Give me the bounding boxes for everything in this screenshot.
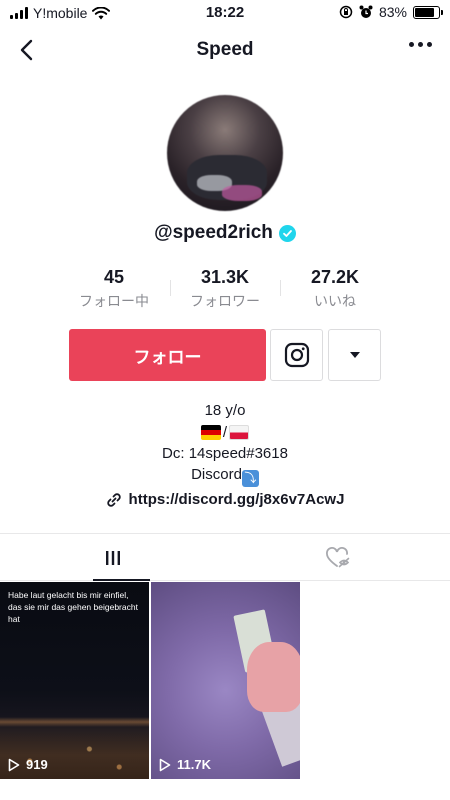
stat-value: 27.2K bbox=[310, 267, 360, 287]
tab-liked[interactable] bbox=[225, 534, 450, 581]
caret-down-icon bbox=[349, 352, 360, 358]
play-count-value: 919 bbox=[26, 757, 48, 772]
ellipsis-icon bbox=[409, 42, 414, 47]
poland-flag-icon bbox=[229, 424, 250, 440]
play-icon bbox=[8, 758, 20, 771]
stat-label: フォロワー bbox=[190, 293, 260, 309]
link-icon bbox=[106, 492, 121, 507]
bio-text: Discord bbox=[191, 465, 242, 483]
stat-following[interactable]: 45 フォロー中 bbox=[59, 266, 169, 311]
stat-value: 31.3K bbox=[200, 267, 250, 287]
instagram-icon bbox=[284, 342, 309, 368]
video-thumbnail[interactable]: 11.7K bbox=[151, 582, 300, 779]
stat-label: いいね bbox=[314, 293, 356, 309]
grid-icon bbox=[105, 550, 120, 565]
battery-icon bbox=[413, 5, 443, 19]
verified-badge-icon bbox=[278, 224, 296, 242]
hidden-heart-icon bbox=[325, 546, 349, 567]
follow-button[interactable]: フォロー bbox=[69, 329, 266, 381]
stat-followers[interactable]: 31.3K フォロワー bbox=[170, 266, 280, 311]
link-text[interactable]: https://discord.gg/j8x6v7AcwJ bbox=[129, 491, 345, 508]
play-count: 919 bbox=[8, 757, 48, 772]
germany-flag-icon bbox=[200, 424, 221, 440]
bio-line-discord: Discord ⤵ bbox=[0, 464, 450, 487]
arrow-down-emoji-icon: ⤵ bbox=[241, 469, 259, 487]
bio-line: 18 y/o bbox=[204, 402, 246, 419]
suggested-accounts-button[interactable] bbox=[328, 329, 381, 381]
flag-separator: / bbox=[222, 423, 228, 441]
stat-value: 45 bbox=[103, 267, 125, 287]
status-bar: Y!mobile 18:22 83% bbox=[0, 0, 450, 26]
video-thumbnail[interactable]: Habe laut gelacht bis mir einfiel, das s… bbox=[0, 582, 149, 779]
play-count-value: 11.7K bbox=[177, 757, 211, 772]
username: @speed2rich bbox=[154, 222, 273, 243]
video-grid: Habe laut gelacht bis mir einfiel, das s… bbox=[0, 582, 450, 779]
profile-bio: 18 y/o / Dc: 14speed#3618 Discord ⤵ bbox=[0, 400, 450, 487]
battery-fill bbox=[415, 7, 435, 17]
instagram-button[interactable] bbox=[270, 329, 323, 381]
more-options-button[interactable] bbox=[409, 42, 432, 47]
tab-videos[interactable] bbox=[0, 534, 225, 581]
bio-flags: / bbox=[0, 421, 450, 443]
username-row: @speed2rich bbox=[0, 222, 450, 244]
avatar[interactable] bbox=[167, 95, 283, 211]
profile-stats: 45 フォロー中 31.3K フォロワー 27.2K いいね bbox=[0, 266, 450, 312]
alarm-icon bbox=[359, 5, 373, 18]
play-icon bbox=[159, 758, 171, 771]
stat-likes[interactable]: 27.2K いいね bbox=[280, 266, 390, 311]
battery-percent: 83% bbox=[378, 4, 407, 20]
video-caption: Habe laut gelacht bis mir einfiel, das s… bbox=[8, 590, 138, 624]
bio-line: Dc: 14speed#3618 bbox=[162, 444, 288, 462]
orientation-lock-icon bbox=[339, 5, 353, 19]
active-tab-indicator bbox=[93, 579, 150, 581]
play-count: 11.7K bbox=[159, 757, 211, 772]
page-title: Speed bbox=[196, 39, 254, 60]
profile-actions: フォロー bbox=[0, 329, 450, 381]
stat-label: フォロー中 bbox=[79, 293, 149, 309]
status-right: 83% bbox=[339, 4, 443, 20]
nav-bar: Speed bbox=[0, 30, 450, 70]
content-tabs bbox=[0, 533, 450, 581]
profile-link[interactable]: https://discord.gg/j8x6v7AcwJ bbox=[0, 491, 450, 508]
